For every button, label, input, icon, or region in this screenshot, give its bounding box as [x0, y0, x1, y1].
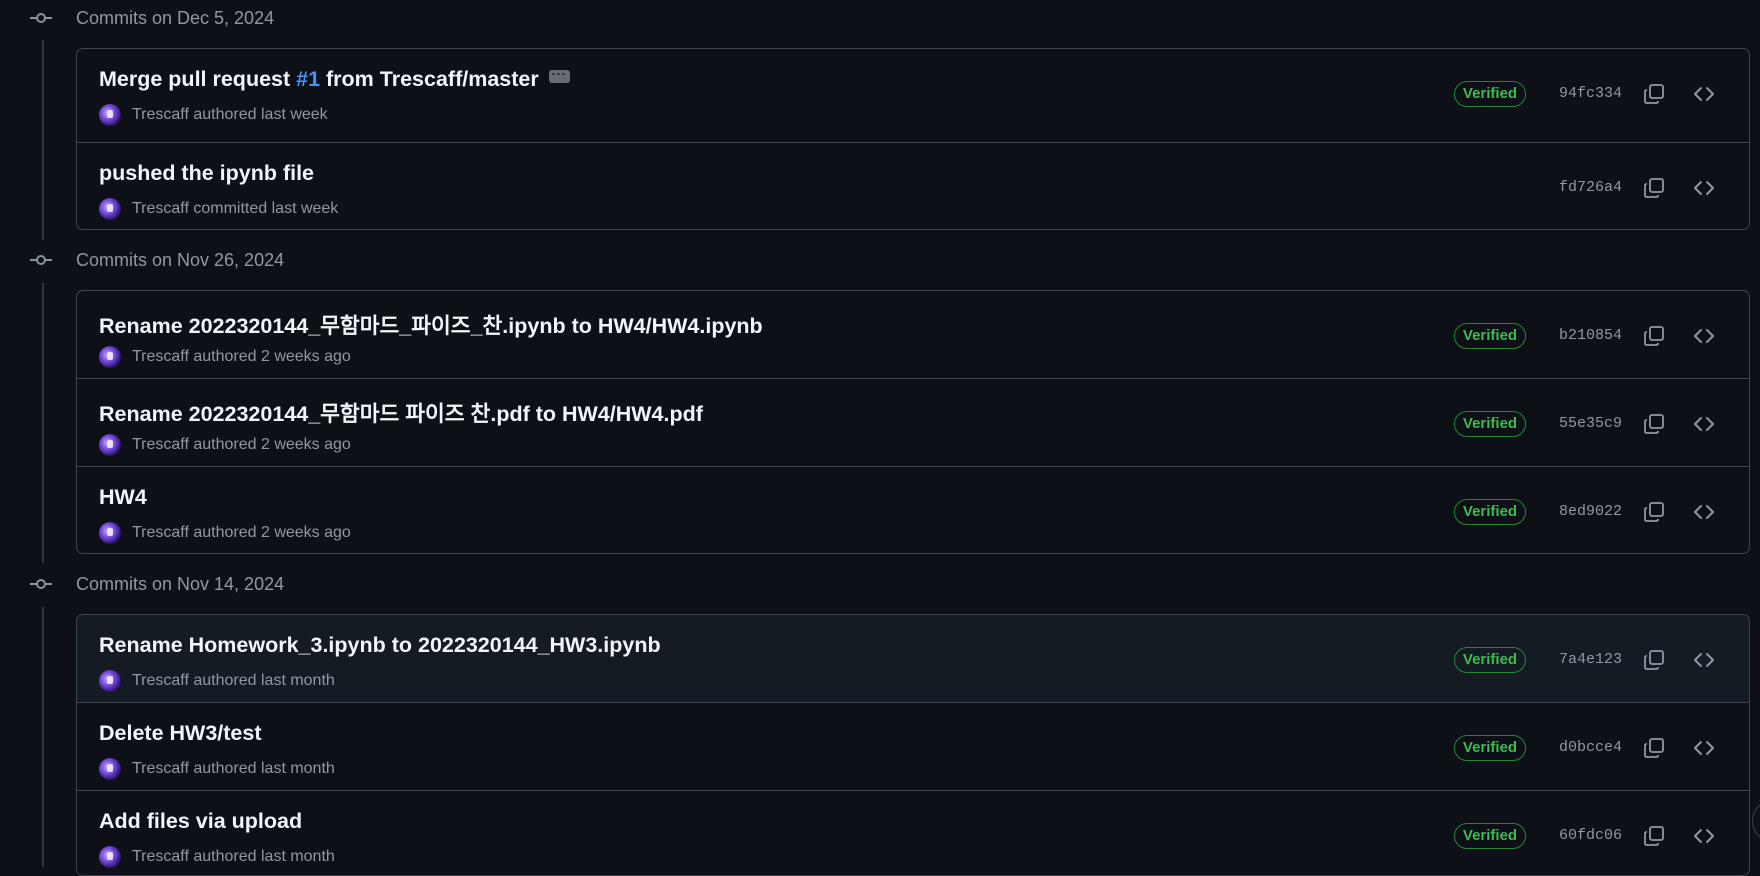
commit-title[interactable]: Merge pull request #1 from Trescaff/mast… — [99, 67, 570, 92]
author-name[interactable]: Trescaff — [132, 848, 189, 866]
copy-icon[interactable] — [1642, 736, 1666, 760]
commit-meta: Trescaff authored 2 weeks ago — [99, 522, 351, 544]
verified-badge[interactable]: Verified — [1454, 499, 1526, 525]
verified-badge[interactable]: Verified — [1454, 735, 1526, 761]
group-date: Commits on Nov 14, 2024 — [76, 573, 285, 594]
copy-icon[interactable] — [1642, 824, 1666, 848]
author-name[interactable]: Trescaff — [132, 672, 189, 690]
commit-sha-link[interactable]: b210854 — [1559, 327, 1622, 344]
verified-badge[interactable]: Verified — [1454, 411, 1526, 437]
author-name[interactable]: Trescaff — [132, 106, 189, 124]
author-name[interactable]: Trescaff — [132, 348, 189, 366]
timeline-line — [42, 40, 44, 240]
avatar[interactable] — [99, 198, 121, 220]
commit-row: Delete HW3/test Trescaff authored last m… — [77, 702, 1749, 790]
git-commit-icon — [30, 252, 52, 268]
code-icon[interactable] — [1692, 176, 1716, 200]
commit-title[interactable]: Rename 2022320144_무함마드_파이즈_찬.ipynb to HW… — [99, 309, 763, 340]
author-name[interactable]: Trescaff — [132, 200, 189, 218]
ellipsis-icon[interactable]: ··· — [548, 68, 570, 83]
commit-title[interactable]: pushed the ipynb file — [99, 161, 314, 186]
commit-row: pushed the ipynb file Trescaff committed… — [77, 142, 1749, 229]
code-icon[interactable] — [1692, 824, 1716, 848]
timeline-line — [42, 607, 44, 867]
group-date: Commits on Nov 26, 2024 — [76, 249, 285, 270]
avatar[interactable] — [99, 522, 121, 544]
pull-request-link[interactable]: #1 — [296, 67, 320, 91]
author-name[interactable]: Trescaff — [132, 760, 189, 778]
copy-icon[interactable] — [1642, 648, 1666, 672]
commit-row: Rename Homework_3.ipynb to 2022320144_HW… — [77, 615, 1749, 702]
commit-sha-link[interactable]: 55e35c9 — [1559, 415, 1622, 432]
code-icon[interactable] — [1692, 500, 1716, 524]
copy-icon[interactable] — [1642, 412, 1666, 436]
commit-row: HW4 Trescaff authored 2 weeks ago Verifi… — [77, 466, 1749, 553]
avatar[interactable] — [99, 346, 121, 368]
code-icon[interactable] — [1692, 648, 1716, 672]
avatar[interactable] — [99, 434, 121, 456]
commit-list: Rename 2022320144_무함마드_파이즈_찬.ipynb to HW… — [76, 290, 1750, 554]
commit-meta: Trescaff authored 2 weeks ago — [99, 346, 351, 368]
author-name[interactable]: Trescaff — [132, 436, 189, 454]
commit-title[interactable]: Delete HW3/test — [99, 721, 262, 746]
commit-sha-link[interactable]: d0bcce4 — [1559, 739, 1622, 756]
code-icon[interactable] — [1692, 82, 1716, 106]
commit-row: Rename 2022320144_무함마드_파이즈_찬.ipynb to HW… — [77, 291, 1749, 378]
commit-meta: Trescaff authored last month — [99, 670, 335, 692]
verified-badge[interactable]: Verified — [1454, 823, 1526, 849]
commit-title[interactable]: Add files via upload — [99, 809, 302, 834]
commit-list: Rename Homework_3.ipynb to 2022320144_HW… — [76, 614, 1750, 876]
commit-title[interactable]: Rename Homework_3.ipynb to 2022320144_HW… — [99, 633, 661, 658]
commit-sha-link[interactable]: 7a4e123 — [1559, 651, 1622, 668]
commit-sha-link[interactable]: 94fc334 — [1559, 85, 1622, 102]
code-icon[interactable] — [1692, 736, 1716, 760]
avatar[interactable] — [99, 104, 121, 126]
avatar[interactable] — [99, 670, 121, 692]
verified-badge[interactable]: Verified — [1454, 647, 1526, 673]
commit-group-header: Commits on Nov 14, 2024 — [30, 570, 284, 598]
commit-list: Merge pull request #1 from Trescaff/mast… — [76, 48, 1750, 230]
commit-group-header: Commits on Dec 5, 2024 — [30, 4, 274, 32]
commit-sha-link[interactable]: fd726a4 — [1559, 179, 1622, 196]
commit-row: Add files via upload Trescaff authored l… — [77, 790, 1749, 875]
commit-sha-link[interactable]: 8ed9022 — [1559, 503, 1622, 520]
commit-meta: Trescaff authored 2 weeks ago — [99, 434, 351, 456]
copy-icon[interactable] — [1642, 500, 1666, 524]
commit-meta: Trescaff authored last week — [99, 104, 328, 126]
commit-row: Rename 2022320144_무함마드 파이즈 찬.pdf to HW4/… — [77, 378, 1749, 466]
timeline-line — [42, 283, 44, 563]
author-name[interactable]: Trescaff — [132, 524, 189, 542]
git-commit-icon — [30, 576, 52, 592]
commit-sha-link[interactable]: 60fdc06 — [1559, 827, 1622, 844]
floating-action-button[interactable] — [1752, 802, 1760, 840]
copy-icon[interactable] — [1642, 82, 1666, 106]
avatar[interactable] — [99, 758, 121, 780]
verified-badge[interactable]: Verified — [1454, 81, 1526, 107]
commit-meta: Trescaff committed last week — [99, 198, 338, 220]
commit-title[interactable]: HW4 — [99, 485, 147, 510]
commit-row: Merge pull request #1 from Trescaff/mast… — [77, 49, 1749, 142]
commit-title[interactable]: Rename 2022320144_무함마드 파이즈 찬.pdf to HW4/… — [99, 397, 703, 428]
git-commit-icon — [30, 10, 52, 26]
commit-meta: Trescaff authored last month — [99, 758, 335, 780]
verified-badge[interactable]: Verified — [1454, 323, 1526, 349]
group-date: Commits on Dec 5, 2024 — [76, 7, 275, 28]
commit-group-header: Commits on Nov 26, 2024 — [30, 246, 284, 274]
code-icon[interactable] — [1692, 324, 1716, 348]
code-icon[interactable] — [1692, 412, 1716, 436]
copy-icon[interactable] — [1642, 324, 1666, 348]
copy-icon[interactable] — [1642, 176, 1666, 200]
